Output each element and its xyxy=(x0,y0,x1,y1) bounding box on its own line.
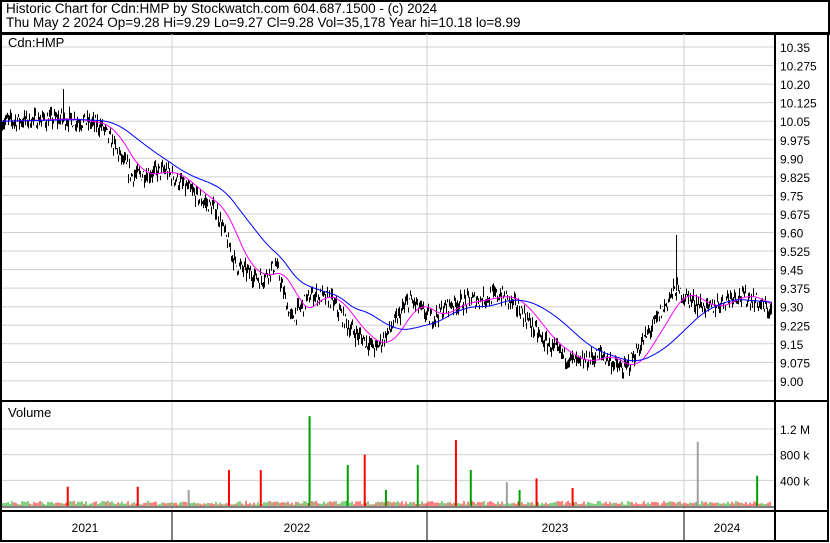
volume-spike xyxy=(416,464,419,506)
volume-tick-label: 400 k xyxy=(780,474,810,488)
price-tick-label: 9.90 xyxy=(780,152,804,166)
volume-spike xyxy=(187,489,190,506)
volume-spike xyxy=(346,464,349,506)
price-tick-label: 10.275 xyxy=(780,60,817,74)
price-tick-label: 9.675 xyxy=(780,208,810,222)
volume-tick-label: 1.2 M xyxy=(780,423,810,437)
price-tick-label: 9.15 xyxy=(780,338,804,352)
volume-spike xyxy=(518,489,521,506)
price-tick-label: 10.35 xyxy=(780,41,810,55)
stock-chart: 10.35 10.275 10.20 10.125 10.05 9.975 9.90 9.82… xyxy=(0,32,829,542)
year-label: 2022 xyxy=(284,521,311,535)
short-moving-average xyxy=(2,118,772,365)
volume-spike xyxy=(227,470,230,506)
volume-label: Volume xyxy=(8,405,51,420)
volume-spike xyxy=(696,441,699,506)
volume-spike xyxy=(469,470,472,506)
price-tick-label: 10.20 xyxy=(780,78,810,92)
volume-spike xyxy=(454,439,457,506)
price-tick-label: 9.525 xyxy=(780,245,810,259)
volume-spike xyxy=(259,470,262,506)
volume-spike xyxy=(66,486,69,506)
year-label: 2024 xyxy=(714,521,741,535)
price-tick-label: 9.375 xyxy=(780,282,810,296)
chart-frame xyxy=(0,32,829,542)
volume-tick-label: 800 k xyxy=(780,449,810,463)
price-tick-label: 9.825 xyxy=(780,171,810,185)
volume-spike xyxy=(571,488,574,506)
long-moving-average xyxy=(2,119,772,362)
year-label: 2021 xyxy=(72,521,99,535)
price-tick-label: 10.125 xyxy=(780,97,817,111)
price-tick-label: 9.30 xyxy=(780,301,804,315)
volume-spike xyxy=(505,482,508,506)
volume-spike xyxy=(308,416,311,506)
price-tick-label: 9.60 xyxy=(780,227,804,241)
volume-spike xyxy=(756,475,759,506)
price-tick-label: 9.45 xyxy=(780,264,804,278)
price-tick-label: 9.075 xyxy=(780,356,810,370)
symbol-label: Cdn:HMP xyxy=(8,35,64,50)
price-tick-label: 9.75 xyxy=(780,189,804,203)
volume-spike xyxy=(136,486,139,506)
price-tick-label: 10.05 xyxy=(780,115,810,129)
volume-spike xyxy=(535,478,538,506)
price-tick-label: 9.225 xyxy=(780,319,810,333)
price-tick-label: 9.00 xyxy=(780,375,804,389)
year-label: 2023 xyxy=(542,521,569,535)
volume-spike xyxy=(384,489,387,506)
volume-spike xyxy=(363,454,366,506)
price-tick-label: 9.975 xyxy=(780,134,810,148)
